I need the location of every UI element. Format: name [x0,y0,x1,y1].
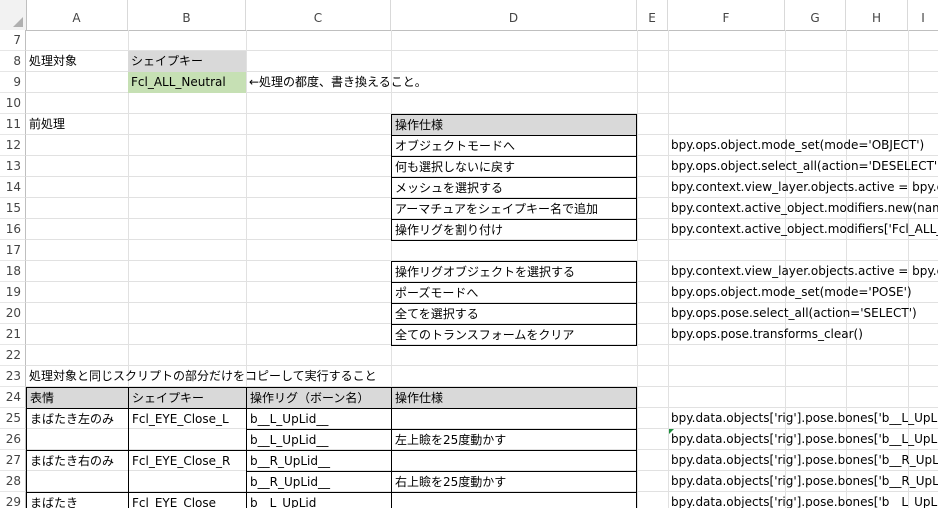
column-header-e[interactable]: E [637,0,668,30]
cell-f16[interactable]: bpy.context.active_object.modifiers['Fcl… [668,219,938,240]
cell-a11[interactable]: 前処理 [26,114,128,135]
grid-row-17 [26,240,938,261]
cell-d29[interactable] [391,492,637,508]
cell-d15[interactable]: アーマチュアをシェイプキー名で追加 [391,198,637,220]
row-header-24[interactable]: 24 [0,387,26,408]
cell-f27[interactable]: bpy.data.objects['rig'].pose.bones['b__R… [668,450,938,471]
select-all-corner[interactable] [0,0,27,30]
grid-row-7 [26,30,938,51]
cell-d16[interactable]: 操作リグを割り付け [391,219,637,241]
cell-f29[interactable]: bpy.data.objects['rig'].pose.bones['b__L… [668,492,938,508]
row-header-21[interactable]: 21 [0,324,26,345]
cell-c27[interactable]: b__R_UpLid__ [246,450,392,472]
column-header-f[interactable]: F [668,0,785,30]
row-header-26[interactable]: 26 [0,429,26,450]
cell-a25[interactable]: まばたき左のみ [26,408,129,451]
row-header-17[interactable]: 17 [0,240,26,261]
select-all-triangle-icon [13,17,23,27]
column-header-c[interactable]: C [246,0,391,30]
row-header-29[interactable]: 29 [0,492,26,508]
cell-d12[interactable]: オブジェクトモードへ [391,135,637,157]
comment-marker-icon[interactable] [669,429,674,434]
cell-d24[interactable]: 操作仕様 [391,387,637,409]
row-header-11[interactable]: 11 [0,114,26,135]
cell-d28[interactable]: 右上瞼を25度動かす [391,471,637,493]
cell-b25[interactable]: Fcl_EYE_Close_L [128,408,247,451]
grid-row-10 [26,93,938,114]
cell-d14[interactable]: メッシュを選択する [391,177,637,199]
cell-d27[interactable] [391,450,637,472]
row-header-18[interactable]: 18 [0,261,26,282]
cell-c28[interactable]: b__R_UpLid__ [246,471,392,493]
row-header-7[interactable]: 7 [0,30,26,51]
cell-b8[interactable]: シェイプキー [128,51,246,72]
cell-c26[interactable]: b__L_UpLid__ [246,429,392,451]
cell-f19[interactable]: bpy.ops.object.mode_set(mode='POSE') [668,282,938,303]
row-header-8[interactable]: 8 [0,51,26,72]
cell-f15[interactable]: bpy.context.active_object.modifiers.new(… [668,198,938,219]
row-header-23[interactable]: 23 [0,366,26,387]
cell-c29[interactable]: b__L_UpLid__ [246,492,392,508]
cell-f20[interactable]: bpy.ops.pose.select_all(action='SELECT') [668,303,938,324]
cell-a8[interactable]: 処理対象 [26,51,128,72]
cell-f25[interactable]: bpy.data.objects['rig'].pose.bones['b__L… [668,408,938,429]
row-header-28[interactable]: 28 [0,471,26,492]
cell-d18[interactable]: 操作リグオブジェクトを選択する [391,261,637,283]
cell-d20[interactable]: 全てを選択する [391,303,637,325]
cell-f26[interactable]: bpy.data.objects['rig'].pose.bones['b__L… [668,429,938,450]
cell-b27[interactable]: Fcl_EYE_Close_R [128,450,247,493]
cell-f21[interactable]: bpy.ops.pose.transforms_clear() [668,324,938,345]
row-header-14[interactable]: 14 [0,177,26,198]
row-header-10[interactable]: 10 [0,93,26,114]
column-header-d[interactable]: D [391,0,637,30]
column-header-b[interactable]: B [128,0,246,30]
column-header-i[interactable]: I [908,0,938,30]
row-header-12[interactable]: 12 [0,135,26,156]
cell-d21[interactable]: 全てのトランスフォームをクリア [391,324,637,346]
column-header-a[interactable]: A [26,0,128,30]
row-header-16[interactable]: 16 [0,219,26,240]
cell-b24[interactable]: シェイプキー [128,387,247,409]
column-header-h[interactable]: H [846,0,908,30]
row-header-27[interactable]: 27 [0,450,26,471]
row-header-25[interactable]: 25 [0,408,26,429]
cell-a29[interactable]: まばたき [26,492,129,508]
cell-d26[interactable]: 左上瞼を25度動かす [391,429,637,451]
row-header-22[interactable]: 22 [0,345,26,366]
cell-f18[interactable]: bpy.context.view_layer.objects.active = … [668,261,938,282]
cell-f13[interactable]: bpy.ops.object.select_all(action='DESELE… [668,156,938,177]
cell-a24[interactable]: 表情 [26,387,129,409]
column-header-bar: A B C D E F G H I [0,0,938,31]
cell-d13[interactable]: 何も選択しないに戻す [391,156,637,178]
cell-f12[interactable]: bpy.ops.object.mode_set(mode='OBJECT') [668,135,938,156]
cell-b29[interactable]: Fcl_EYE_Close [128,492,247,508]
cell-c25[interactable]: b__L_UpLid__ [246,408,392,430]
cell-d25[interactable] [391,408,637,430]
cell-c9[interactable]: ←処理の都度、書き換えること。 [246,72,427,93]
row-header-13[interactable]: 13 [0,156,26,177]
row-header-15[interactable]: 15 [0,198,26,219]
grid-row-22 [26,345,938,366]
cell-a27[interactable]: まばたき右のみ [26,450,129,493]
row-header-9[interactable]: 9 [0,72,26,93]
cell-f28[interactable]: bpy.data.objects['rig'].pose.bones['b__R… [668,471,938,492]
cell-d19[interactable]: ポーズモードへ [391,282,637,304]
cell-d11[interactable]: 操作仕様 [391,114,637,136]
row-header-19[interactable]: 19 [0,282,26,303]
row-header-20[interactable]: 20 [0,303,26,324]
cell-a23[interactable]: 処理対象と同じスクリプトの部分だけをコピーして実行すること [26,366,638,387]
cell-c25-text: b__L_UpLid__ [250,412,329,426]
spreadsheet: A B C D E F G H I 7 8 9 10 11 12 13 14 1… [0,0,938,508]
cell-f14[interactable]: bpy.context.view_layer.objects.active = … [668,177,938,198]
cell-b9[interactable]: Fcl_ALL_Neutral [128,72,246,93]
column-header-g[interactable]: G [785,0,846,30]
cell-c24[interactable]: 操作リグ（ボーン名） [246,387,392,409]
